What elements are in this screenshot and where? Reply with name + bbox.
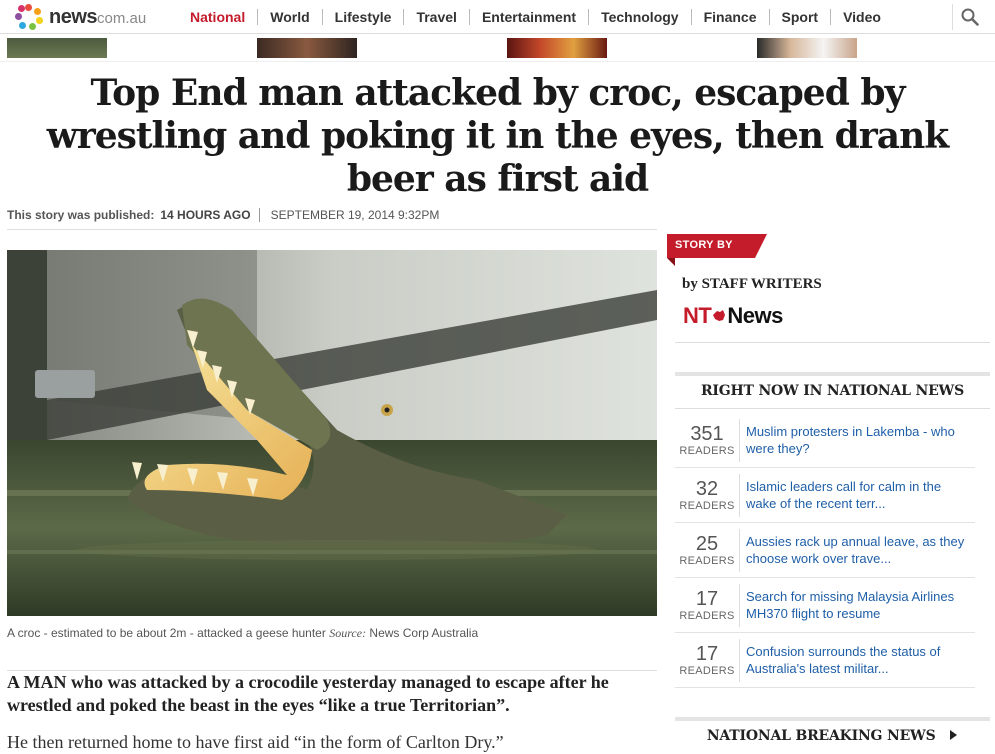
- thumbnail-4[interactable]: [757, 38, 857, 58]
- crocodile-image: [7, 250, 657, 616]
- story-link[interactable]: Aussies rack up annual leave, as they ch…: [740, 533, 972, 567]
- caption-source-label: Source:: [329, 626, 367, 640]
- article-headline: Top End man attacked by croc, escaped by…: [46, 72, 949, 200]
- search-button[interactable]: [952, 4, 986, 30]
- readers-number: 25: [695, 533, 719, 555]
- related-thumbnails: [0, 34, 995, 62]
- divider: [675, 408, 990, 409]
- story-by-label: STORY BY: [675, 239, 733, 251]
- list-item: 32 READERS Islamic leaders call for calm i…: [675, 468, 975, 523]
- readers-label: READERS: [679, 665, 735, 677]
- nav-item-lifestyle[interactable]: Lifestyle: [321, 8, 404, 25]
- readers-count: 32 READERS: [675, 473, 740, 517]
- nt-news-logo[interactable]: NT News: [683, 303, 783, 329]
- readers-count: 351 READERS: [675, 418, 740, 462]
- readers-number: 17: [695, 588, 719, 610]
- story-link[interactable]: Muslim protesters in Lakemba - who were …: [740, 423, 972, 457]
- search-icon: [961, 8, 979, 26]
- readers-label: READERS: [679, 555, 735, 567]
- nav-item-sport[interactable]: Sport: [768, 8, 831, 25]
- nav-menu: National World Lifestyle Travel Entertainmen…: [180, 0, 893, 33]
- thumbnail-3[interactable]: [507, 38, 607, 58]
- story-link[interactable]: Islamic leaders call for calm in the wak…: [740, 478, 972, 512]
- readers-count: 25 READERS: [675, 528, 740, 572]
- published-date: SEPTEMBER 19, 2014 9:32PM: [270, 208, 440, 222]
- site-logo[interactable]: newscom.au: [14, 4, 146, 30]
- caption-source: News Corp Australia: [369, 626, 479, 640]
- readers-count: 17 READERS: [675, 638, 740, 682]
- nav-item-national[interactable]: National: [180, 9, 257, 25]
- story-by-tag: STORY BY: [667, 234, 767, 266]
- right-now-title: RIGHT NOW IN NATIONAL NEWS: [700, 383, 964, 399]
- readers-number: 17: [695, 643, 719, 665]
- logo-suffix: com.au: [97, 9, 147, 27]
- story-link[interactable]: Search for missing Malaysia Airlines MH3…: [740, 588, 972, 622]
- article-paragraph: He then returned home to have first aid …: [7, 732, 504, 752]
- nav-item-entertainment[interactable]: Entertainment: [468, 8, 588, 25]
- article-hero-image[interactable]: [7, 250, 657, 616]
- caption-text: A croc - estimated to be about 2m - atta…: [7, 626, 326, 640]
- australia-map-icon: [713, 310, 726, 321]
- logo-dots-icon: [14, 4, 44, 30]
- chevron-right-icon: [950, 730, 958, 740]
- breaking-news-title[interactable]: NATIONAL BREAKING NEWS: [675, 728, 990, 744]
- author-byline[interactable]: by STAFF WRITERS: [682, 276, 822, 293]
- panel-top-bar: [675, 372, 990, 376]
- readers-label: READERS: [679, 445, 735, 457]
- panel-top-bar: [675, 717, 990, 721]
- readers-count: 17 READERS: [675, 583, 740, 627]
- published-ago: 14 HOURS AGO: [160, 208, 260, 222]
- nav-item-travel[interactable]: Travel: [403, 8, 468, 25]
- readers-number: 351: [690, 423, 724, 445]
- nav-item-technology[interactable]: Technology: [588, 8, 691, 25]
- thumbnail-2[interactable]: [257, 38, 357, 58]
- list-item: 351 READERS Muslim protesters in Lakemba -…: [675, 413, 975, 468]
- readers-label: READERS: [679, 500, 735, 512]
- logo-text: news: [49, 5, 98, 28]
- list-item: 17 READERS Search for missing Malaysia Air…: [675, 578, 975, 633]
- thumbnail-1[interactable]: [7, 38, 107, 58]
- readers-number: 32: [695, 478, 719, 500]
- image-caption: A croc - estimated to be about 2m - atta…: [7, 626, 657, 641]
- breaking-news-label: NATIONAL BREAKING NEWS: [706, 728, 936, 744]
- article-lead: A MAN who was attacked by a crocodile ye…: [7, 670, 657, 717]
- story-link[interactable]: Confusion surrounds the status of Austra…: [740, 643, 972, 677]
- nav-item-video[interactable]: Video: [830, 8, 893, 25]
- right-now-list: 351 READERS Muslim protesters in Lakemba -…: [675, 413, 975, 688]
- publish-info: This story was published: 14 HOURS AGO S…: [7, 208, 657, 230]
- list-item: 17 READERS Confusion surrounds the status …: [675, 633, 975, 688]
- list-item: 25 READERS Aussies rack up annual leave, a…: [675, 523, 975, 578]
- top-navigation: newscom.au National World Lifestyle Travel E…: [0, 0, 995, 34]
- nt-news-logo-nt: NT: [683, 303, 712, 328]
- published-label: This story was published:: [7, 208, 155, 222]
- nt-news-logo-news: News: [727, 303, 783, 328]
- nav-item-finance[interactable]: Finance: [690, 8, 769, 25]
- nav-item-world[interactable]: World: [257, 8, 321, 25]
- divider: [675, 342, 990, 343]
- readers-label: READERS: [679, 610, 735, 622]
